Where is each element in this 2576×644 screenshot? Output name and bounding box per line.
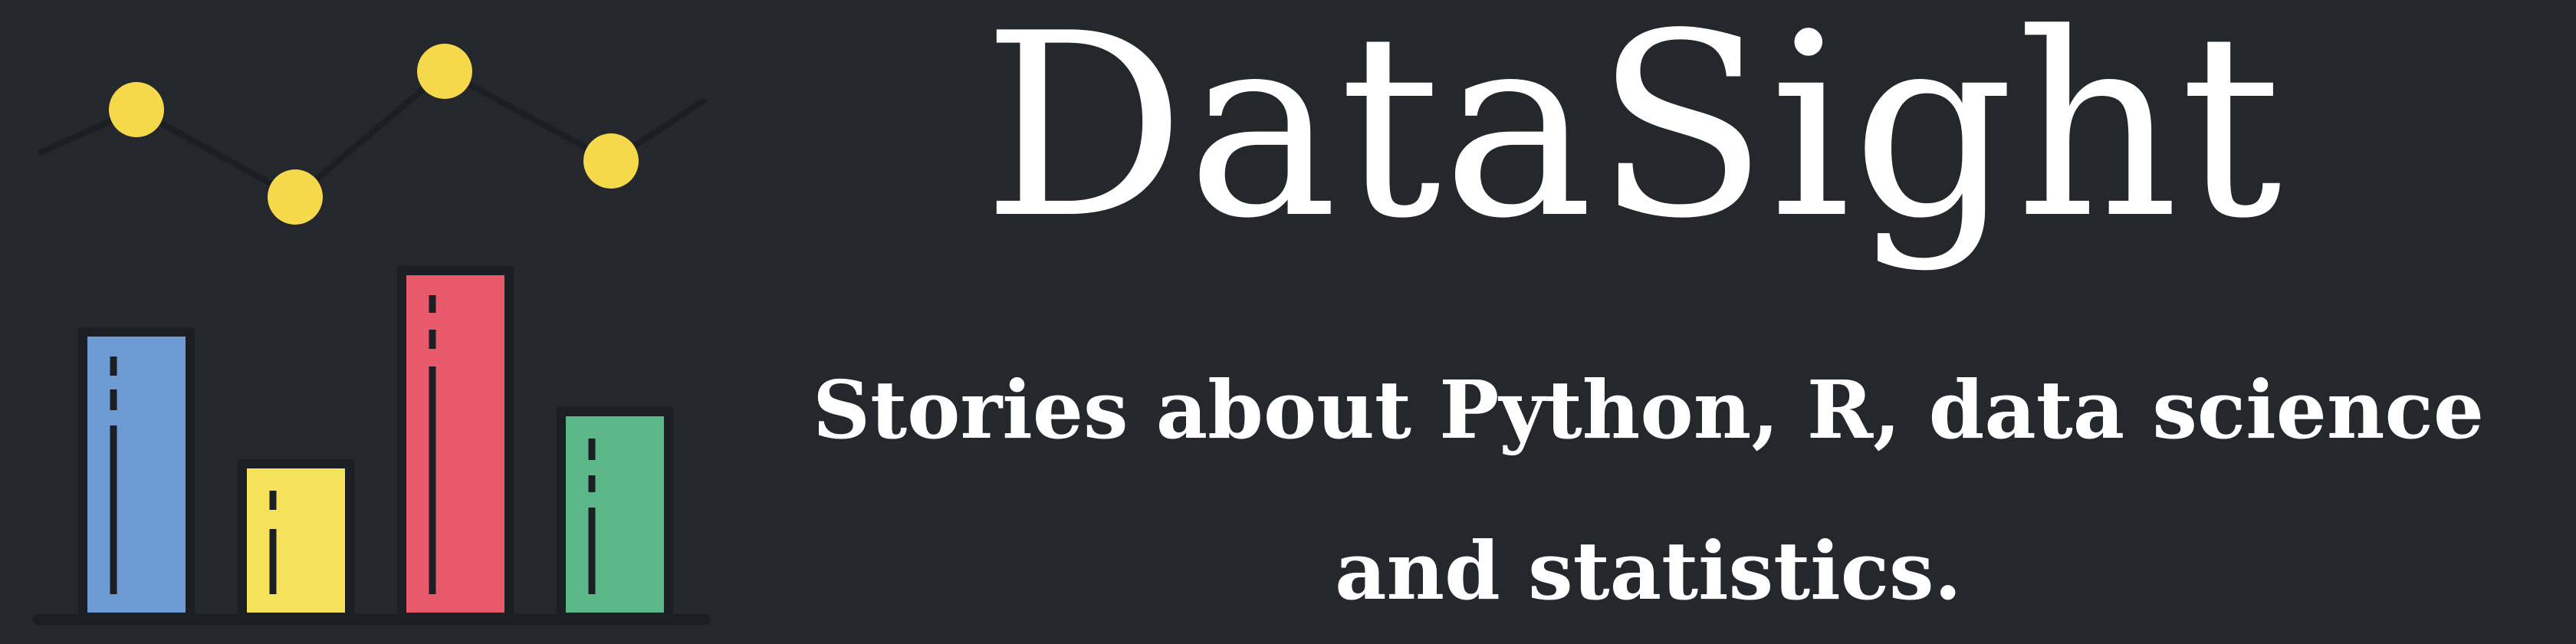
bar-and-line-chart-icon: [33, 44, 711, 625]
logo-bar-red: [397, 266, 514, 622]
site-title: DataSight: [982, 0, 2284, 274]
brand-text: DataSight Stories about Python, R, data …: [721, 0, 2576, 644]
logo-bar-green: [557, 407, 673, 622]
logo-bar-yellow: [238, 459, 354, 622]
logo: [0, 0, 721, 644]
logo-dot: [109, 82, 164, 137]
logo-dot: [417, 44, 472, 99]
site-tagline: Stories about Python, R, data science an…: [813, 363, 2484, 618]
header-banner: DataSight Stories about Python, R, data …: [0, 0, 2576, 644]
logo-bar-blue: [78, 327, 195, 622]
logo-dot: [583, 133, 639, 189]
logo-dot: [268, 169, 323, 225]
